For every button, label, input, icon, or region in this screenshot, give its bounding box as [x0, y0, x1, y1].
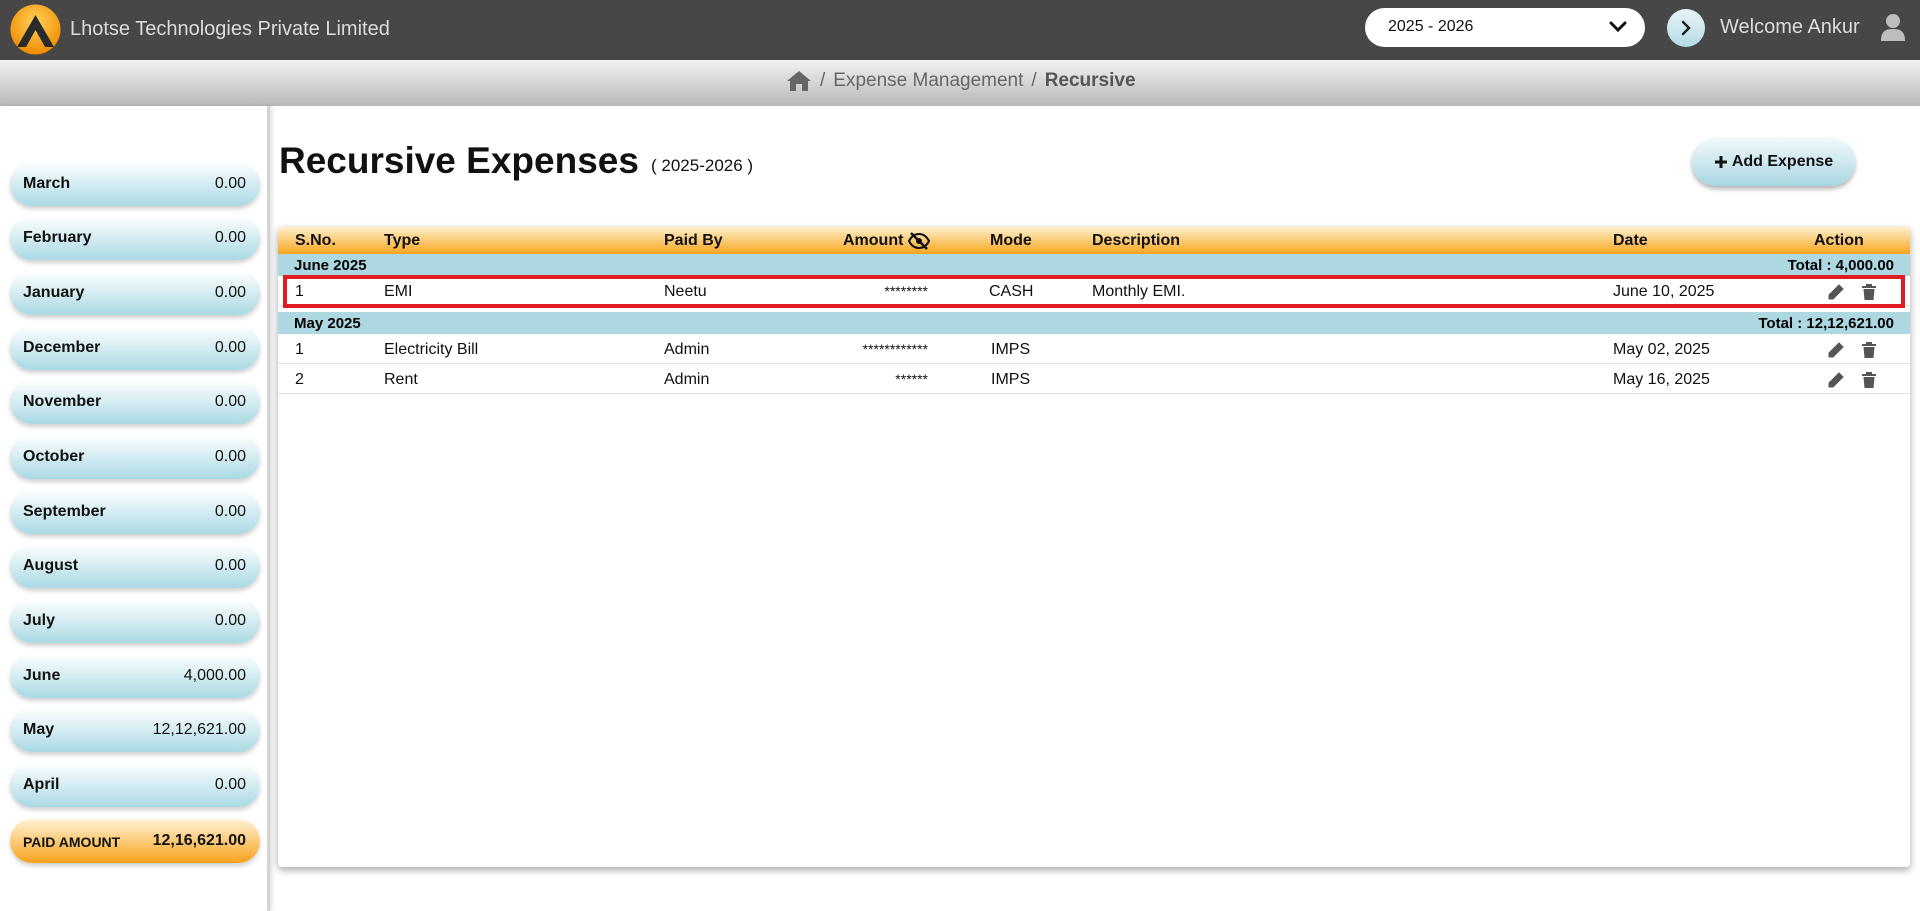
month-name: July	[23, 612, 56, 629]
month-amount: 0.00	[214, 229, 246, 246]
go-button[interactable]	[1667, 9, 1705, 47]
company-name: Lhotse Technologies Private Limited	[70, 18, 390, 40]
table-row[interactable]: 2 Rent Admin ****** IMPS May 16, 2025	[278, 364, 1910, 394]
sidebar-item-july[interactable]: July 0.00	[10, 599, 260, 643]
chevron-right-icon	[1681, 20, 1691, 36]
breadcrumb: / Expense Management / Recursive	[786, 70, 1136, 92]
month-amount: 12,12,621.00	[152, 721, 246, 738]
sidebar-item-march[interactable]: March 0.00	[10, 162, 260, 206]
sidebar-item-december[interactable]: December 0.00	[10, 326, 260, 370]
sidebar-item-june[interactable]: June 4,000.00	[10, 654, 260, 698]
table-row[interactable]: 1 Electricity Bill Admin ************ IM…	[278, 334, 1910, 364]
column-type: Type	[384, 232, 421, 249]
column-sno: S.No.	[295, 232, 336, 249]
column-date: Date	[1613, 232, 1648, 249]
user-icon[interactable]	[1880, 13, 1906, 41]
sidebar-item-november[interactable]: November 0.00	[10, 380, 260, 424]
breadcrumb-expense-management[interactable]: Expense Management	[833, 70, 1023, 92]
cell-type: Electricity Bill	[384, 341, 479, 358]
edit-icon[interactable]	[1827, 341, 1845, 359]
month-name: November	[23, 393, 102, 410]
month-name: October	[23, 448, 85, 465]
sidebar-item-april[interactable]: April 0.00	[10, 763, 260, 807]
month-amount: 0.00	[214, 393, 246, 410]
month-name: April	[23, 776, 60, 793]
group-header-may-2025: May 2025 Total : 12,12,621.00	[278, 312, 1910, 334]
sidebar-item-august[interactable]: August 0.00	[10, 544, 260, 588]
cell-paid-by: Admin	[664, 371, 710, 388]
paid-amount-value: 12,16,621.00	[152, 832, 246, 849]
breadcrumb-separator: /	[820, 70, 826, 91]
delete-icon[interactable]	[1860, 341, 1878, 359]
month-name: August	[23, 557, 79, 574]
month-name: May	[23, 721, 55, 738]
month-name: February	[23, 229, 92, 246]
column-amount: Amount	[843, 232, 904, 249]
month-amount: 0.00	[214, 612, 246, 629]
delete-icon[interactable]	[1860, 371, 1878, 389]
plus-icon	[1714, 156, 1727, 168]
cell-mode: IMPS	[991, 371, 1031, 388]
month-amount: 4,000.00	[183, 667, 246, 684]
cell-mode: IMPS	[991, 341, 1031, 358]
page-title: Recursive Expenses	[279, 140, 639, 181]
financial-year-select[interactable]: 2025 - 2026	[1365, 8, 1645, 47]
top-bar: Lhotse Technologies Private Limited 2025…	[0, 0, 1920, 60]
month-amount: 0.00	[214, 448, 246, 465]
page-subtitle: ( 2025-2026 )	[651, 156, 754, 175]
breadcrumb-separator: /	[1031, 70, 1037, 91]
paid-amount-total: PAID AMOUNT 12,16,621.00	[10, 819, 260, 863]
month-name: September	[23, 503, 106, 520]
month-amount: 0.00	[214, 557, 246, 574]
row-highlight-box	[283, 275, 1905, 308]
sidebar-item-september[interactable]: September 0.00	[10, 490, 260, 534]
sidebar-item-may[interactable]: May 12,12,621.00	[10, 708, 260, 752]
group-name: May 2025	[294, 315, 361, 332]
company-logo	[10, 4, 61, 55]
column-mode: Mode	[990, 232, 1032, 249]
month-name: December	[23, 339, 101, 356]
financial-year-value: 2025 - 2026	[1388, 18, 1474, 35]
cell-paid-by: Admin	[664, 341, 710, 358]
group-header-june-2025: June 2025 Total : 4,000.00	[278, 254, 1910, 276]
group-total: Total : 12,12,621.00	[1758, 315, 1894, 332]
paid-amount-label: PAID AMOUNT	[23, 834, 121, 850]
welcome-text: Welcome Ankur	[1720, 16, 1860, 38]
add-expense-button[interactable]: Add Expense	[1692, 138, 1855, 186]
sidebar-item-october[interactable]: October 0.00	[10, 435, 260, 479]
month-amount: 0.00	[214, 503, 246, 520]
sidebar-item-january[interactable]: January 0.00	[10, 271, 260, 315]
cell-amount: ******	[895, 371, 928, 387]
cell-date: May 16, 2025	[1613, 371, 1710, 388]
home-icon[interactable]	[786, 70, 812, 92]
month-name: March	[23, 175, 71, 192]
month-amount: 0.00	[214, 284, 246, 301]
expenses-table: S.No. Type Paid By Amount Mode Descripti…	[278, 227, 1910, 867]
month-amount: 0.00	[214, 339, 246, 356]
cell-sno: 2	[295, 371, 304, 388]
cell-date: May 02, 2025	[1613, 341, 1710, 358]
cell-amount: ************	[862, 341, 928, 357]
sidebar-item-february[interactable]: February 0.00	[10, 216, 260, 260]
breadcrumb-current: Recursive	[1044, 70, 1136, 91]
edit-icon[interactable]	[1827, 371, 1845, 389]
column-paid-by: Paid By	[664, 232, 723, 249]
cell-type: Rent	[384, 371, 418, 388]
table-header: S.No. Type Paid By Amount Mode Descripti…	[278, 227, 1910, 254]
group-name: June 2025	[294, 257, 367, 274]
chevron-down-icon	[1609, 21, 1627, 33]
eye-slash-icon[interactable]	[908, 232, 930, 250]
breadcrumb-bar: / Expense Management / Recursive	[0, 60, 1920, 106]
month-amount: 0.00	[214, 175, 246, 192]
column-description: Description	[1092, 232, 1181, 249]
column-action: Action	[1814, 232, 1864, 249]
month-name: June	[23, 667, 61, 684]
group-total: Total : 4,000.00	[1787, 257, 1894, 274]
month-amount: 0.00	[214, 776, 246, 793]
month-name: January	[23, 284, 85, 301]
cell-sno: 1	[295, 341, 304, 358]
add-expense-label: Add Expense	[1731, 153, 1834, 170]
